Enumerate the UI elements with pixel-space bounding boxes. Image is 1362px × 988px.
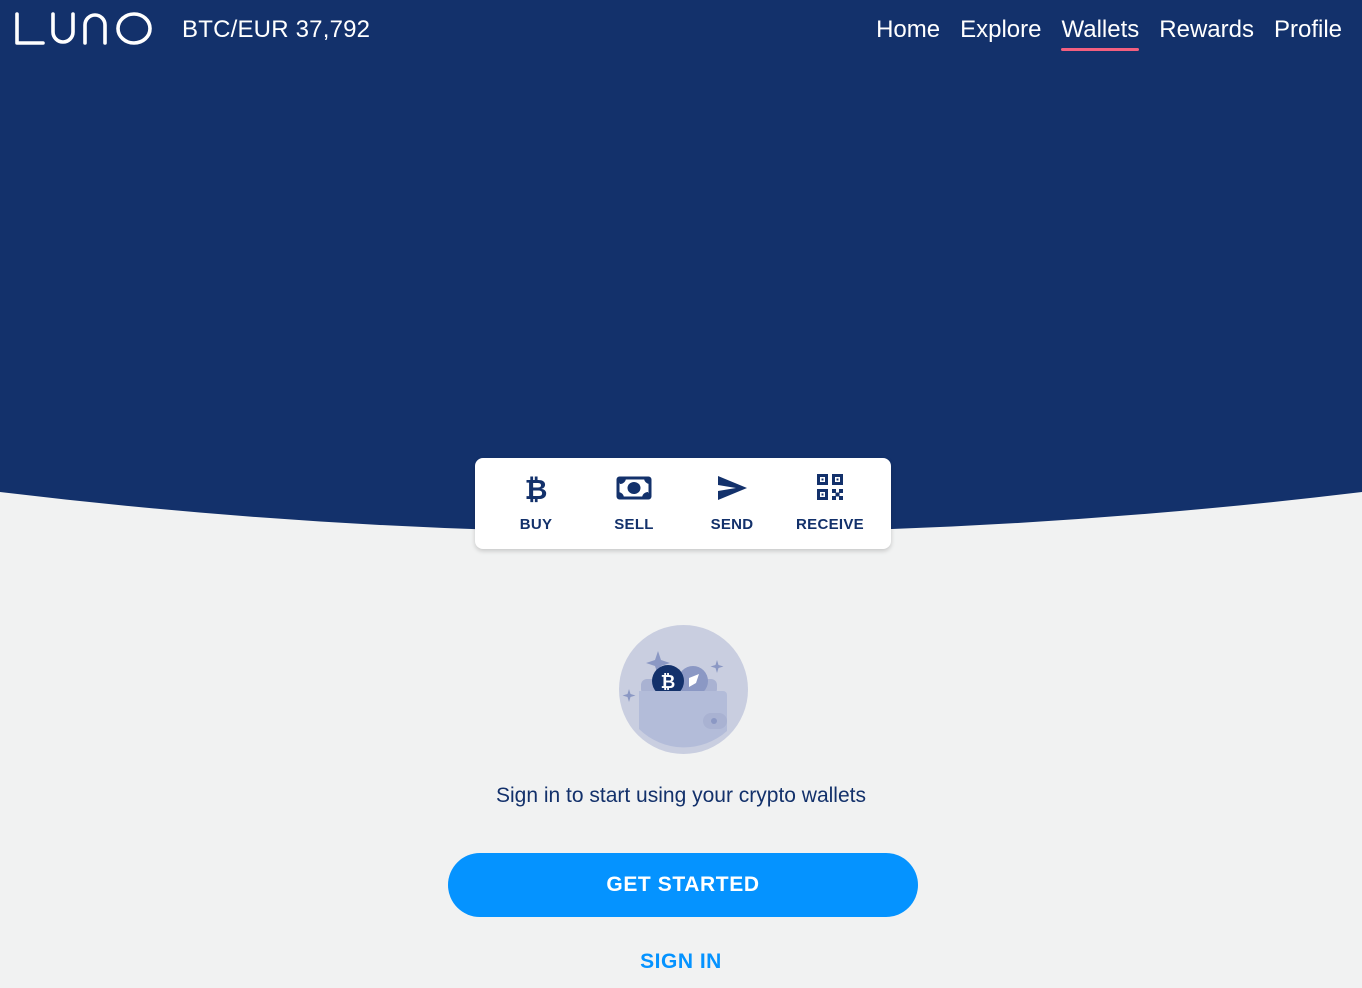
qr-code-icon [817, 474, 843, 500]
send-label: SEND [710, 516, 754, 533]
nav-profile[interactable]: Profile [1264, 14, 1352, 54]
main-nav: Home Explore Wallets Rewards Profile [866, 14, 1352, 54]
luno-logo[interactable] [14, 10, 154, 48]
svg-text:₿: ₿ [525, 473, 548, 504]
buy-action[interactable]: ₿ BUY [488, 458, 584, 533]
nav-wallets[interactable]: Wallets [1051, 14, 1149, 54]
sell-action[interactable]: SELL [586, 458, 682, 533]
quick-actions-card: ₿ BUY SELL SEND RECEIVE [475, 458, 891, 549]
banknote-icon [616, 476, 652, 500]
send-action[interactable]: SEND [684, 458, 780, 533]
svg-text:₿: ₿ [661, 672, 676, 693]
btc-eur-price-ticker: BTC/EUR 37,792 [182, 16, 371, 43]
sell-label: SELL [614, 516, 654, 533]
sign-in-prompt: Sign in to start using your crypto walle… [495, 784, 866, 807]
receive-action[interactable]: RECEIVE [782, 458, 878, 533]
nav-explore[interactable]: Explore [950, 14, 1051, 54]
sign-in-link[interactable]: SIGN IN [0, 950, 1362, 974]
get-started-button[interactable]: GET STARTED [448, 853, 918, 917]
wallet-crypto-icon: ₿ [619, 625, 748, 754]
nav-rewards[interactable]: Rewards [1149, 14, 1264, 54]
receive-label: RECEIVE [796, 516, 864, 533]
nav-home[interactable]: Home [866, 14, 950, 54]
buy-label: BUY [519, 516, 553, 533]
bitcoin-icon: ₿ [525, 473, 548, 504]
send-icon [718, 476, 747, 500]
top-bar: BTC/EUR 37,792 Home Explore Wallets Rewa… [0, 0, 1362, 62]
